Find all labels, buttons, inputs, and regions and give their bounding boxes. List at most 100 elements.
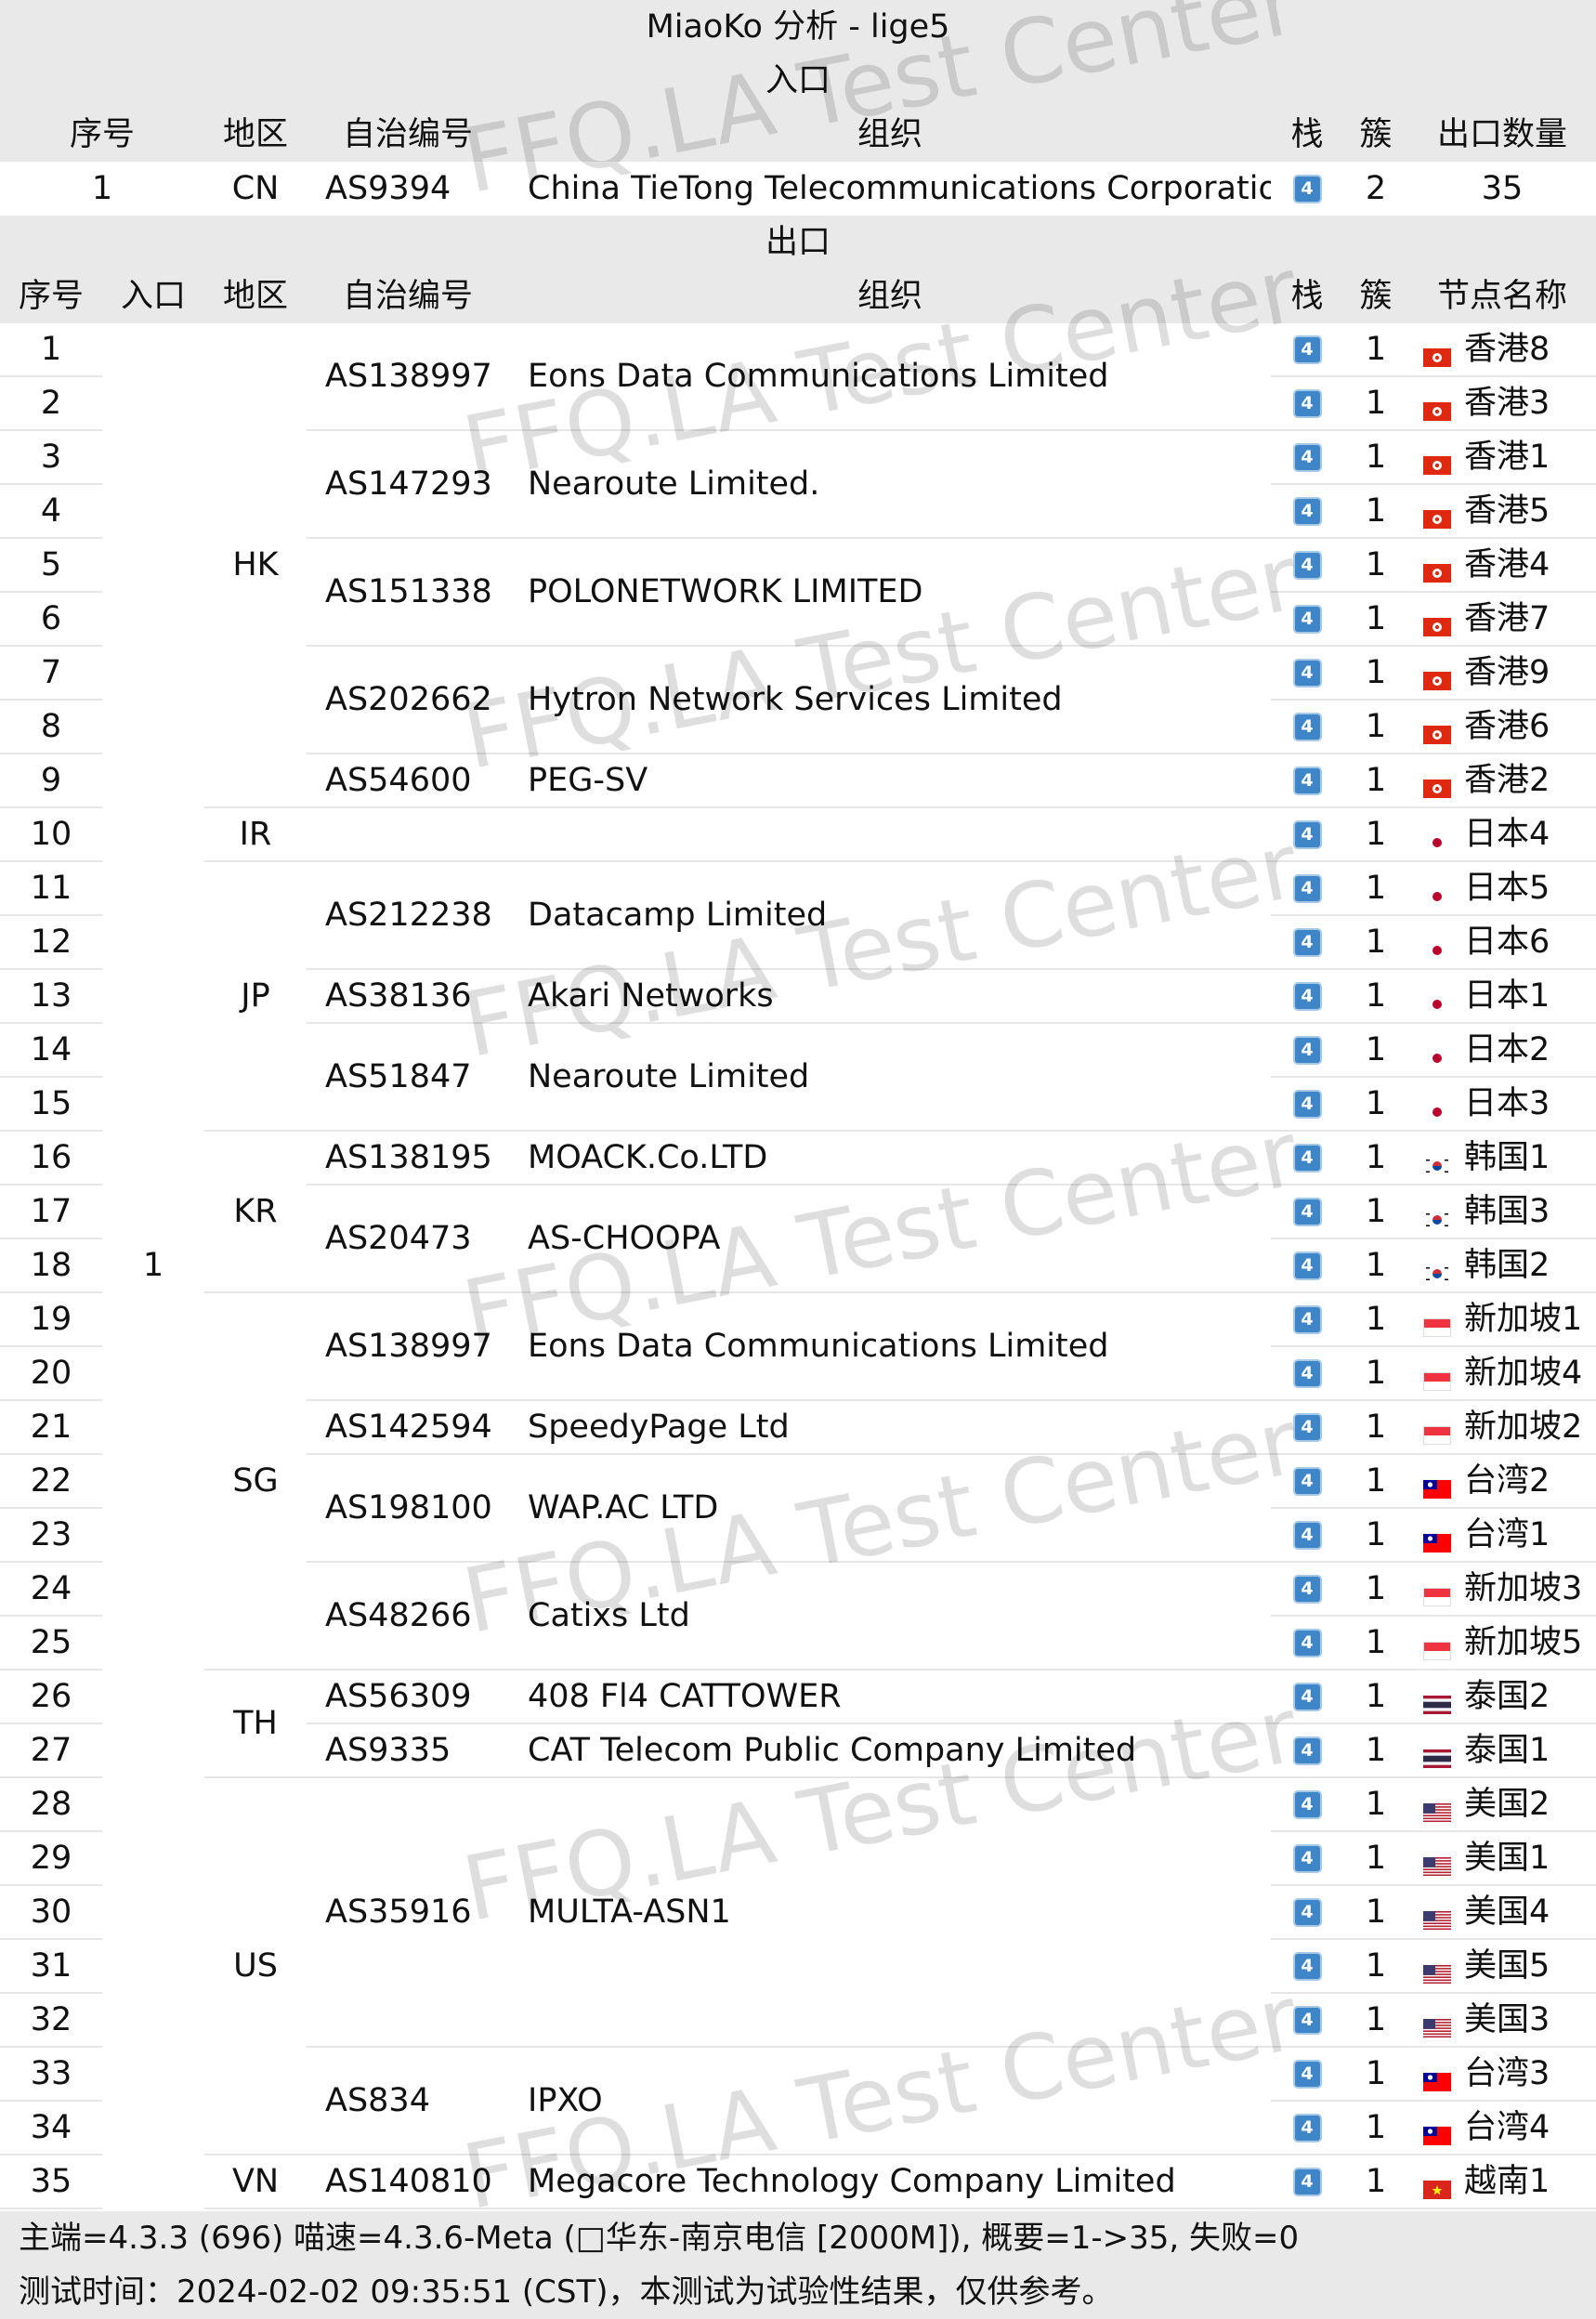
exit-row: 16 KR AS138195 MOACK.Co.LTD 4 1 韩国1 [0, 1131, 1596, 1293]
exit-region: IR [204, 807, 307, 862]
flag-hk-icon [1423, 503, 1451, 529]
exit-row: 26 TH AS56309 408 Fl4 CATTOWER 4 1 泰国2 [0, 1670, 1596, 1778]
exit-region: TH [204, 1670, 307, 1778]
entry-header-stack: 栈 [1271, 108, 1343, 162]
exit-cluster: 1 [1343, 1346, 1408, 1401]
exit-node-name: 越南1 [1464, 2162, 1550, 2200]
ipv4-icon: 4 [1294, 876, 1320, 901]
exit-idx: 30 [0, 1885, 102, 1940]
exit-stack: 4 [1271, 592, 1343, 647]
exit-stack: 4 [1271, 1508, 1343, 1563]
exit-idx: 1 [0, 323, 102, 377]
exit-cluster: 1 [1343, 2155, 1408, 2209]
exit-idx: 23 [0, 1508, 102, 1563]
exit-cluster: 1 [1343, 1131, 1408, 1186]
exit-node: 韩国2 [1408, 1238, 1596, 1293]
entry-section-title: 入口 [0, 54, 1596, 108]
exit-cluster: 1 [1343, 861, 1408, 916]
exit-node: 日本2 [1408, 1023, 1596, 1078]
exit-node-name: 香港1 [1464, 438, 1550, 476]
footer-test-time: 测试时间：2024-02-02 09:35:51 (CST)，本测试为试验性结果… [19, 2273, 1114, 2311]
flag-tw-icon [1423, 1526, 1451, 1553]
exit-region: SG [204, 1292, 307, 1670]
exit-node-name: 香港4 [1464, 545, 1550, 583]
entry-header-org: 组织 [509, 108, 1271, 162]
exit-node-name: 日本1 [1464, 976, 1550, 1015]
exit-node: 新加坡4 [1408, 1346, 1596, 1401]
ipv4-icon: 4 [1294, 768, 1320, 793]
flag-hk-icon [1423, 610, 1451, 636]
exit-org: PEG-SV [509, 753, 1271, 808]
exit-node-name: 泰国1 [1464, 1731, 1550, 1769]
exit-header-row: 序号 入口 地区 自治编号 组织 栈 簇 节点名称 [0, 269, 1596, 323]
exit-stack: 4 [1271, 700, 1343, 754]
ipv4-icon: 4 [1294, 1199, 1320, 1225]
exit-asn: AS138997 [307, 323, 509, 431]
exit-asn: AS38136 [307, 969, 509, 1024]
ipv4-icon: 4 [1294, 607, 1320, 632]
exit-cluster: 1 [1343, 376, 1408, 431]
exit-cluster: 1 [1343, 1238, 1408, 1293]
exit-node: 香港5 [1408, 484, 1596, 539]
exit-idx: 4 [0, 484, 102, 539]
ipv4-icon: 4 [1294, 445, 1320, 470]
exit-node: 韩国1 [1408, 1131, 1596, 1186]
exit-idx: 18 [0, 1238, 102, 1293]
exit-stack: 4 [1271, 1777, 1343, 1832]
ipv4-icon: 4 [1294, 1900, 1320, 1925]
exit-stack: 4 [1271, 2155, 1343, 2209]
ipv4-icon: 4 [1294, 984, 1320, 1009]
exit-cluster: 1 [1343, 646, 1408, 701]
exit-region: US [204, 1777, 307, 2155]
exit-cluster: 1 [1343, 1023, 1408, 1078]
exit-node: 香港8 [1408, 323, 1596, 377]
exit-node-name: 美国2 [1464, 1785, 1550, 1823]
exit-cluster: 1 [1343, 484, 1408, 539]
ipv4-icon: 4 [1294, 1361, 1320, 1386]
exit-node: 泰国2 [1408, 1670, 1596, 1724]
exit-node: 越南1 [1408, 2155, 1596, 2209]
exit-cluster: 1 [1343, 1292, 1408, 1347]
exit-header-cluster: 簇 [1343, 269, 1408, 323]
exit-node-name: 新加坡3 [1464, 1569, 1583, 1607]
exit-idx: 5 [0, 538, 102, 593]
exit-node-name: 泰国2 [1464, 1677, 1550, 1715]
exit-org: MULTA-ASN1 [509, 1777, 1271, 2048]
exit-stack: 4 [1271, 376, 1343, 431]
flag-hk-icon [1423, 718, 1451, 744]
exit-node: 美国3 [1408, 1993, 1596, 2048]
exit-stack: 4 [1271, 1185, 1343, 1239]
entry-header-region: 地区 [204, 108, 307, 162]
exit-asn: AS138195 [307, 1131, 509, 1186]
flag-hk-icon [1423, 449, 1451, 475]
flag-us-icon [1423, 1796, 1451, 1822]
exit-node-name: 台湾2 [1464, 1461, 1550, 1500]
exit-idx: 16 [0, 1131, 102, 1186]
exit-idx: 14 [0, 1023, 102, 1078]
exit-header-region: 地区 [204, 269, 307, 323]
exit-node: 香港6 [1408, 700, 1596, 754]
page-title: MiaoKo 分析 - lige5 [0, 0, 1596, 54]
exit-cluster: 1 [1343, 1831, 1408, 1886]
ipv4-icon: 4 [1294, 177, 1320, 202]
entry-header-exit-count: 出口数量 [1408, 108, 1596, 162]
exit-asn: AS56309 [307, 1670, 509, 1724]
exit-stack: 4 [1271, 1077, 1343, 1132]
exit-stack: 4 [1271, 1723, 1343, 1778]
exit-node-name: 美国3 [1464, 2000, 1550, 2038]
exit-idx: 9 [0, 753, 102, 808]
entry-row: 1 CN AS9394 China TieTong Telecommunicat… [0, 162, 1596, 216]
exit-header-node: 节点名称 [1408, 269, 1596, 323]
exit-node: 日本6 [1408, 915, 1596, 970]
exit-node: 新加坡3 [1408, 1562, 1596, 1617]
exit-node: 美国2 [1408, 1777, 1596, 1832]
exit-region: VN [204, 2155, 307, 2209]
exit-asn: AS140810 [307, 2155, 509, 2209]
ipv4-icon: 4 [1294, 1146, 1320, 1171]
entry-asn: AS9394 [325, 169, 451, 207]
exit-cluster: 1 [1343, 2047, 1408, 2102]
flag-jp-icon [1423, 988, 1451, 1014]
exit-stack: 4 [1271, 1454, 1343, 1509]
exit-cluster: 1 [1343, 430, 1408, 485]
exit-asn: AS147293 [307, 430, 509, 539]
